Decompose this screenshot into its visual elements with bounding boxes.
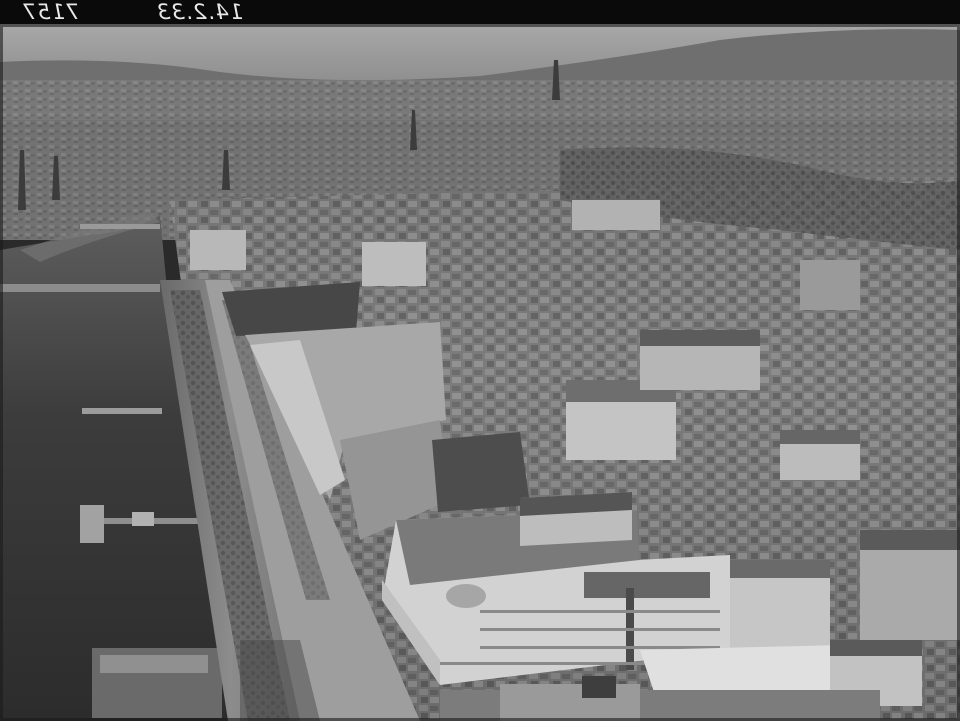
boat-house (80, 505, 104, 543)
dark-roof (432, 432, 530, 512)
negative-number: 7157 (22, 0, 80, 24)
pier (82, 408, 162, 414)
far-bridge (80, 224, 160, 229)
aerial-scene (0, 21, 960, 721)
negative-date: 14.2.33 (156, 0, 244, 24)
glass-roof (584, 572, 710, 598)
aerial-photograph: 7157 14.2.33 (0, 0, 960, 721)
film-border: 7157 14.2.33 (0, 0, 960, 24)
bridge (0, 284, 160, 292)
